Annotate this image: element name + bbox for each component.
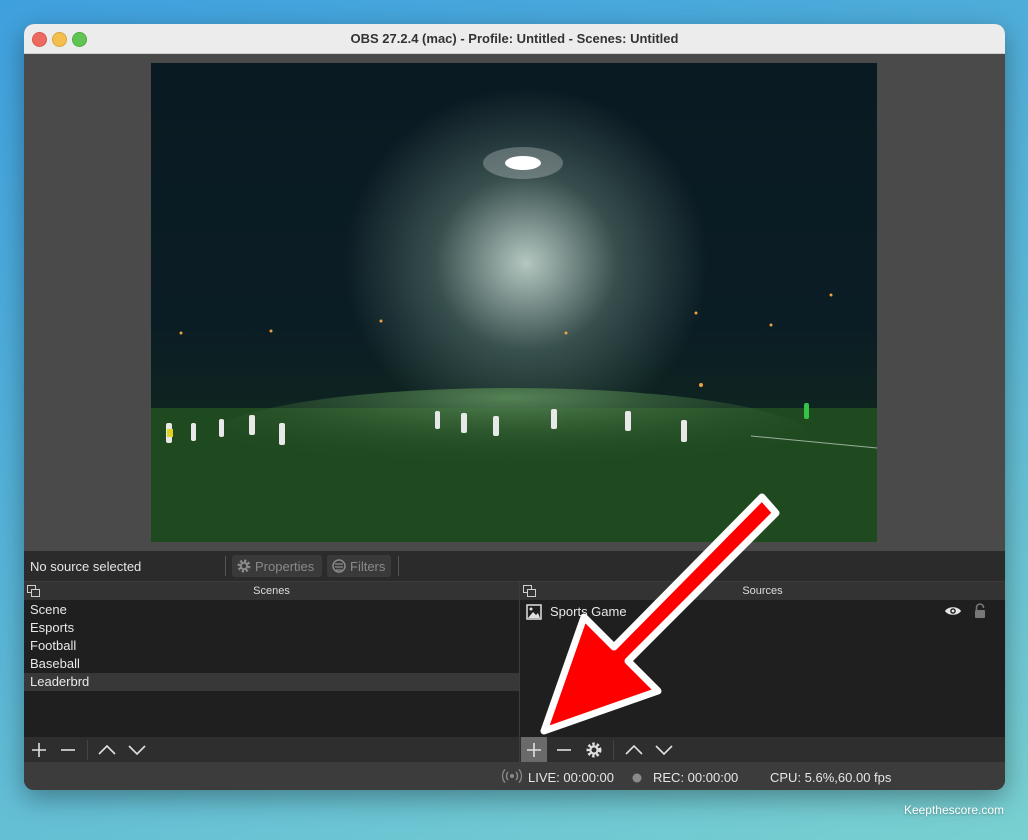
properties-label: Properties (255, 558, 315, 574)
remove-source-button[interactable] (551, 737, 577, 762)
source-properties-button[interactable] (581, 737, 607, 762)
chevron-up-icon (625, 744, 643, 755)
sources-title: Sources (742, 585, 783, 597)
scenes-footer (24, 737, 519, 762)
sources-list: Sports Game (520, 601, 1005, 623)
filter-icon (331, 558, 347, 574)
remove-scene-button[interactable] (55, 737, 81, 762)
scene-item-baseball[interactable]: Baseball (24, 655, 519, 673)
minus-icon (557, 748, 571, 751)
chevron-down-icon (655, 744, 673, 755)
filters-button[interactable]: Filters (327, 555, 391, 577)
window-title: OBS 27.2.4 (mac) - Profile: Untitled - S… (350, 31, 679, 46)
rec-timer: REC: 00:00:00 (653, 770, 739, 785)
sources-panel: Sources Sports Game (520, 582, 1005, 762)
preview-image (151, 63, 877, 542)
scenes-panel-header[interactable]: Scenes (24, 582, 519, 600)
preview-area[interactable] (24, 54, 1005, 551)
no-source-label: No source selected (30, 559, 142, 574)
record-indicator-icon (632, 771, 642, 786)
watermark: Keepthescore.com (903, 803, 1004, 817)
footer-separator (613, 740, 614, 760)
cpu-fps-readout: CPU: 5.6%,60.00 fps (770, 770, 892, 785)
move-scene-up-button[interactable] (94, 737, 120, 762)
footer-separator (87, 740, 88, 760)
add-source-button[interactable] (521, 737, 547, 762)
broadcast-icon (501, 768, 523, 787)
plus-icon (527, 742, 541, 757)
live-timer: LIVE: 00:00:00 (528, 770, 615, 785)
move-source-down-button[interactable] (651, 737, 677, 762)
scenes-list: Scene Esports Football Baseball Leaderbr… (24, 601, 519, 691)
move-scene-down-button[interactable] (124, 737, 150, 762)
lock-icon[interactable] (973, 603, 987, 622)
scene-item-football[interactable]: Football (24, 637, 519, 655)
move-source-up-button[interactable] (621, 737, 647, 762)
plus-icon (32, 742, 46, 757)
scenes-panel: Scenes Scene Esports Football Baseball L… (24, 582, 519, 762)
title-bar[interactable]: OBS 27.2.4 (mac) - Profile: Untitled - S… (24, 24, 1005, 54)
minus-icon (61, 748, 75, 751)
scene-item-esports[interactable]: Esports (24, 619, 519, 637)
toolbar-separator (398, 556, 399, 576)
add-scene-button[interactable] (26, 737, 52, 762)
obs-window: OBS 27.2.4 (mac) - Profile: Untitled - S… (24, 24, 1005, 790)
chevron-down-icon (128, 744, 146, 755)
chevron-up-icon (98, 744, 116, 755)
sources-panel-header[interactable]: Sources (520, 582, 1005, 600)
gear-icon (586, 742, 602, 757)
gear-icon (236, 558, 252, 574)
source-item-sports-game[interactable]: Sports Game (520, 601, 1005, 623)
properties-button[interactable]: Properties (232, 555, 322, 577)
image-source-icon (526, 604, 542, 623)
filters-label: Filters (350, 558, 386, 574)
eye-icon[interactable] (944, 604, 962, 621)
sources-footer (520, 737, 1005, 762)
scene-item-scene[interactable]: Scene (24, 601, 519, 619)
toolbar-separator (225, 556, 226, 576)
scene-item-leaderbrd[interactable]: Leaderbrd (24, 673, 519, 691)
scenes-title: Scenes (253, 585, 290, 597)
status-bar: LIVE: 00:00:00 REC: 00:00:00 CPU: 5.6%,6… (24, 763, 1005, 790)
source-label: Sports Game (550, 604, 627, 619)
source-toolbar: No source selected Properties Filters (24, 551, 1005, 581)
